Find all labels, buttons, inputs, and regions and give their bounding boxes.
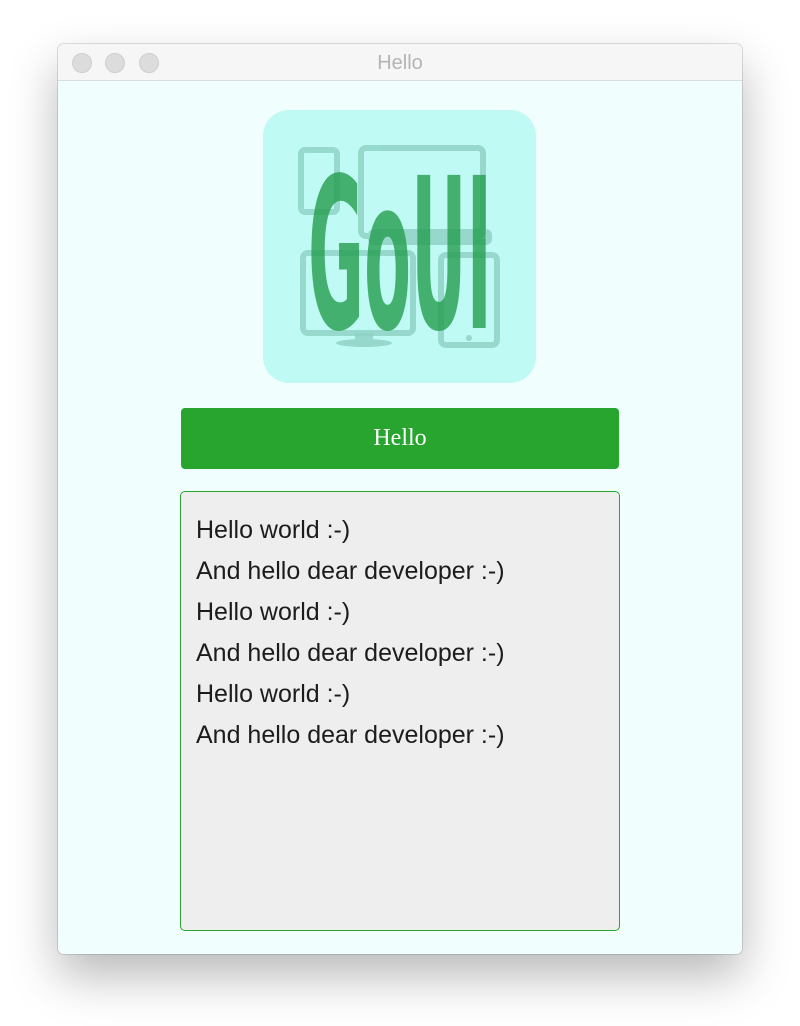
- output-line: Hello world :-): [196, 680, 351, 708]
- window-title: Hello: [377, 52, 423, 74]
- output-text-area[interactable]: Hello world :-) And hello dear developer…: [180, 491, 620, 931]
- output-line: And hello dear developer :-): [196, 721, 505, 749]
- app-window: Hello GoUI Hello Hello world:-) And hel…: [58, 44, 742, 954]
- title-bar[interactable]: Hello: [58, 44, 742, 81]
- output-line: Hello world :-): [196, 598, 351, 626]
- main-content: GoUI Hello Hello world :-) And hello dea…: [58, 81, 742, 954]
- output-line: Hello world :-): [196, 516, 351, 544]
- app-logo: GoUI: [263, 110, 536, 383]
- devices-icon: GoUI: [298, 133, 500, 378]
- logo-text: GoUI: [308, 133, 492, 378]
- output-line: And hello dear developer :-): [196, 557, 505, 585]
- hello-button[interactable]: Hello: [181, 408, 619, 469]
- output-line: And hello dear developer :-): [196, 639, 505, 667]
